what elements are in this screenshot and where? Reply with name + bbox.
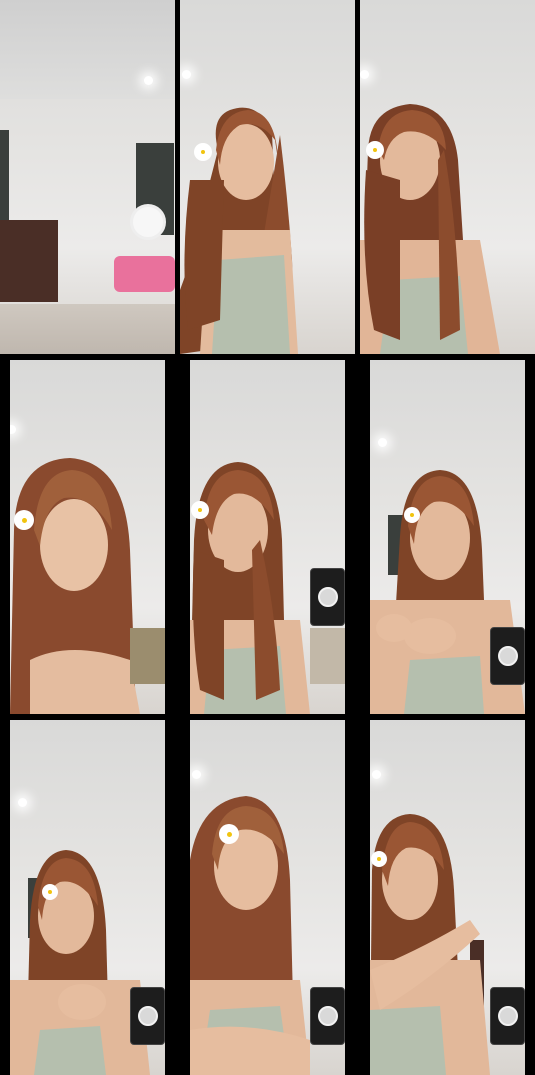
video-tile-r1c1[interactable] — [0, 0, 175, 354]
side-thumbnail[interactable] — [130, 628, 165, 684]
flower-icon — [16, 512, 32, 528]
flower-icon — [406, 509, 418, 521]
pip-video[interactable] — [310, 987, 345, 1045]
user-avatar-icon — [317, 587, 338, 607]
user-avatar-icon — [497, 1006, 518, 1026]
flower-icon — [44, 886, 56, 898]
user-avatar-icon — [137, 1006, 158, 1026]
room-floor — [0, 304, 175, 354]
video-tile-r3c1[interactable] — [10, 720, 165, 1075]
flower-icon — [221, 826, 237, 842]
ceiling-light — [144, 76, 153, 85]
user-avatar-icon — [317, 1006, 338, 1026]
standing-fan — [130, 204, 166, 240]
video-tile-r3c3[interactable] — [370, 720, 525, 1075]
person — [180, 107, 298, 354]
pip-video[interactable] — [490, 627, 525, 685]
user-avatar-icon — [497, 646, 518, 666]
flower-icon — [196, 145, 210, 159]
flower-icon — [193, 503, 207, 517]
video-tile-r1c2[interactable] — [180, 0, 355, 354]
pip-video[interactable] — [130, 987, 165, 1045]
person — [360, 104, 500, 354]
video-tile-r2c2[interactable] — [190, 360, 345, 714]
flower-icon — [373, 853, 385, 865]
video-tile-r2c3[interactable] — [370, 360, 525, 714]
video-tile-r2c1[interactable] — [10, 360, 165, 714]
video-tile-r1c3[interactable] — [360, 0, 535, 354]
pip-video[interactable] — [310, 568, 345, 626]
pip-video[interactable] — [490, 987, 525, 1045]
pink-mattress — [114, 256, 175, 292]
curtain-left — [0, 130, 9, 220]
flower-icon — [368, 143, 382, 157]
tv-cabinet — [0, 220, 58, 302]
side-thumbnail[interactable] — [310, 628, 345, 684]
video-tile-r3c2[interactable] — [190, 720, 345, 1075]
